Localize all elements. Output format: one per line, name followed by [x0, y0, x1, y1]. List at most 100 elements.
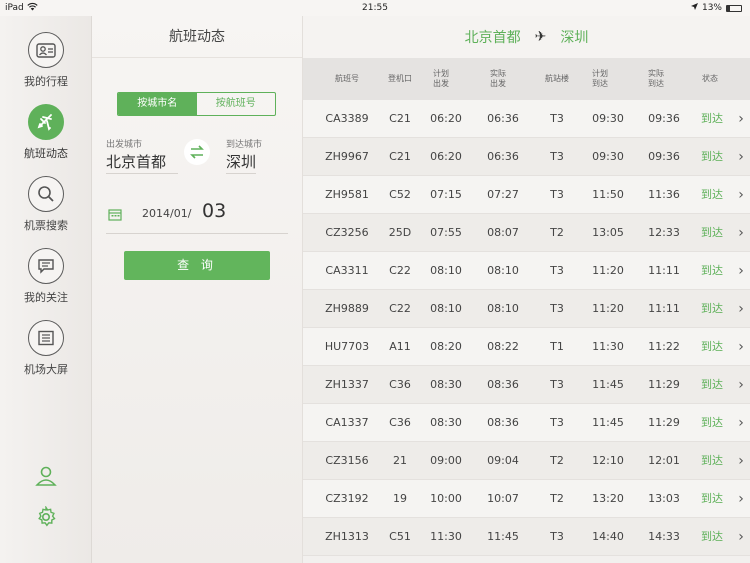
table-row[interactable]: ZH1313 C51 11:30 11:45 T3 14:40 14:33 到达 ›: [303, 518, 750, 556]
cell-terminal: T2: [550, 226, 564, 239]
cell-act-arr: 11:29: [648, 378, 680, 391]
gear-icon[interactable]: [34, 505, 58, 529]
cell-act-dep: 07:27: [487, 188, 519, 201]
chevron-right-icon: ›: [738, 187, 744, 203]
table-row[interactable]: CA3389 C21 06:20 06:36 T3 09:30 09:36 到达 ›: [303, 100, 750, 138]
cell-act-dep: 11:45: [487, 530, 519, 543]
table-header: 航班号 登机口 计划 出发 实际 出发 航站楼 计划 到达 实际 到达 状态: [303, 58, 750, 100]
cell-flight: ZH9581: [325, 188, 369, 201]
cell-act-dep: 08:22: [487, 340, 519, 353]
search-panel: 航班动态 按城市名 按航班号 出发城市 北京首都 到达城市 深圳 2014/01…: [92, 16, 303, 563]
query-button[interactable]: 查 询: [124, 251, 270, 280]
location-arrow-icon: [690, 3, 698, 13]
table-row[interactable]: ZH1337 C36 08:30 08:36 T3 11:45 11:29 到达 ›: [303, 366, 750, 404]
chevron-right-icon: ›: [738, 529, 744, 545]
cell-status: 到达: [701, 112, 723, 125]
depart-city-label: 出发城市: [106, 140, 143, 150]
col-terminal: 航站楼: [545, 74, 569, 83]
table-row[interactable]: CZ3156 21 09:00 09:04 T2 12:10 12:01 到达 ›: [303, 442, 750, 480]
calendar-icon: [108, 206, 122, 225]
cell-act-arr: 11:11: [648, 302, 680, 315]
table-row[interactable]: CZ3256 25D 07:55 08:07 T2 13:05 12:33 到达 ›: [303, 214, 750, 252]
nav-item-flight-status[interactable]: 航班动态: [0, 104, 92, 161]
status-bar: iPad 21:55 13%: [0, 0, 750, 16]
date-field[interactable]: 2014/01/ 03: [106, 200, 288, 234]
cell-plan-arr: 13:05: [592, 226, 624, 239]
cell-plan-dep: 06:20: [430, 112, 462, 125]
cell-terminal: T3: [550, 530, 564, 543]
nav-label: 我的行程: [24, 75, 68, 88]
cell-status: 到达: [701, 340, 723, 353]
cell-flight: HU7703: [324, 340, 370, 353]
table-row[interactable]: ZH9581 C52 07:15 07:27 T3 11:50 11:36 到达 ›: [303, 176, 750, 214]
plane-icon: ✈: [534, 29, 547, 45]
cell-terminal: T3: [550, 378, 564, 391]
col-status: 状态: [702, 74, 718, 83]
cell-gate: C36: [389, 416, 411, 429]
panel-title: 航班动态: [92, 16, 302, 58]
cell-gate: C36: [389, 378, 411, 391]
cell-flight: CZ3192: [325, 492, 369, 505]
chevron-right-icon: ›: [738, 263, 744, 279]
cell-act-dep: 06:36: [487, 150, 519, 163]
cell-plan-arr: 09:30: [592, 112, 624, 125]
search-icon: [28, 176, 64, 212]
cell-flight: ZH9967: [325, 150, 369, 163]
nav-label: 航班动态: [24, 147, 68, 160]
cell-plan-dep: 11:30: [430, 530, 462, 543]
cell-act-arr: 11:29: [648, 416, 680, 429]
cell-terminal: T3: [550, 264, 564, 277]
clock: 21:55: [362, 3, 388, 13]
cell-plan-arr: 11:45: [592, 378, 624, 391]
cell-plan-dep: 08:10: [430, 264, 462, 277]
user-icon[interactable]: [34, 464, 58, 488]
table-row[interactable]: ZH9967 C21 06:20 06:36 T3 09:30 09:36 到达 ›: [303, 138, 750, 176]
chevron-right-icon: ›: [738, 415, 744, 431]
nav-item-my-itinerary[interactable]: 我的行程: [0, 32, 92, 89]
cell-plan-arr: 11:20: [592, 264, 624, 277]
cell-flight: ZH1313: [325, 530, 369, 543]
table-row[interactable]: CA1337 C36 08:30 08:36 T3 11:45 11:29 到达 ›: [303, 404, 750, 442]
table-row[interactable]: CA3311 C22 08:10 08:10 T3 11:20 11:11 到达 ›: [303, 252, 750, 290]
cell-gate: C52: [389, 188, 411, 201]
cell-act-dep: 08:10: [487, 302, 519, 315]
cell-plan-arr: 12:10: [592, 454, 624, 467]
cell-act-arr: 12:01: [648, 454, 680, 467]
cell-plan-arr: 14:40: [592, 530, 624, 543]
cell-act-arr: 11:22: [648, 340, 680, 353]
cell-act-arr: 09:36: [648, 112, 680, 125]
cell-terminal: T3: [550, 150, 564, 163]
col-gate: 登机口: [388, 74, 412, 83]
cell-gate: A11: [389, 340, 411, 353]
cell-flight: ZH9889: [325, 302, 369, 315]
cell-act-dep: 08:36: [487, 378, 519, 391]
arrive-city-field[interactable]: 深圳: [226, 151, 256, 172]
arrive-city-label: 到达城市: [226, 140, 263, 150]
itinerary-card-icon: [28, 32, 64, 68]
cell-act-arr: 11:36: [648, 188, 680, 201]
cell-status: 到达: [701, 302, 723, 315]
col-act-dep: 实际 出发: [490, 69, 506, 88]
cell-act-dep: 08:07: [487, 226, 519, 239]
tab-by-city[interactable]: 按城市名: [118, 93, 197, 115]
table-row[interactable]: ZH9889 C22 08:10 08:10 T3 11:20 11:11 到达 ›: [303, 290, 750, 328]
cell-act-arr: 13:03: [648, 492, 680, 505]
cell-terminal: T3: [550, 302, 564, 315]
swap-cities-button[interactable]: [184, 139, 210, 165]
cell-plan-dep: 07:55: [430, 226, 462, 239]
date-day: 03: [202, 200, 227, 222]
table-row[interactable]: HU7703 A11 08:20 08:22 T1 11:30 11:22 到达 ›: [303, 328, 750, 366]
flight-list-area: 北京首都 ✈ 深圳 航班号 登机口 计划 出发 实际 出发 航站楼 计划 到达 …: [303, 16, 750, 563]
divider: [106, 173, 178, 174]
tab-by-flight-number[interactable]: 按航班号: [197, 93, 276, 115]
depart-city-field[interactable]: 北京首都: [106, 151, 166, 172]
nav-item-my-follows[interactable]: 我的关注: [0, 248, 92, 305]
route-header: 北京首都 ✈ 深圳: [303, 16, 750, 58]
nav-item-airport-board[interactable]: 机场大屏: [0, 320, 92, 377]
airplane-icon: [28, 104, 64, 140]
cell-gate: C51: [389, 530, 411, 543]
nav-label: 机票搜索: [24, 219, 68, 232]
cell-gate: C22: [389, 264, 411, 277]
table-row[interactable]: CZ3192 19 10:00 10:07 T2 13:20 13:03 到达 ›: [303, 480, 750, 518]
nav-item-ticket-search[interactable]: 机票搜索: [0, 176, 92, 233]
